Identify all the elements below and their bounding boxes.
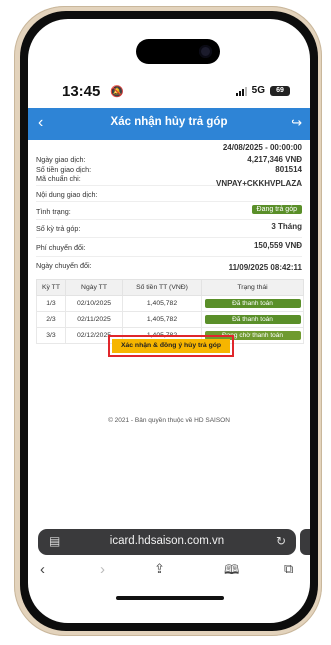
tabs-icon[interactable]: ⧉	[284, 561, 293, 577]
table-row: 2/3 02/11/2025 1,405,782 Đã thanh toán	[36, 311, 304, 328]
status-time: 13:45	[62, 83, 101, 100]
detail-row-date: Ngày giao dịch: 4,217,346 VNĐ	[36, 155, 302, 165]
detail-row-status: Tình trạng: Đang trả góp	[36, 205, 302, 217]
silent-bell-icon: 🔕	[110, 86, 124, 98]
detail-value: 4,217,346 VNĐ	[247, 155, 302, 164]
status-cell: Đã thanh toán	[201, 311, 304, 328]
status-cell: Đã thanh toán	[201, 295, 304, 312]
network-label: 5G	[251, 85, 265, 96]
detail-label: Tình trạng:	[36, 207, 71, 216]
app-header: ‹ Xác nhận hủy trả góp ↪	[28, 108, 310, 140]
forward-arrow-icon[interactable]: ›	[100, 561, 105, 578]
confirm-highlight: Xác nhận & đồng ý hủy trả góp	[108, 335, 234, 357]
detail-value: 801514	[275, 165, 302, 174]
back-arrow-icon[interactable]: ‹	[40, 561, 45, 578]
amount-cell: 1,405,782	[122, 295, 202, 312]
detail-value: 3 Tháng	[271, 222, 302, 231]
divider	[36, 256, 302, 257]
amount-cell: 1,405,782	[122, 311, 202, 328]
status-badge: Đã thanh toán	[204, 299, 301, 308]
transaction-timestamp: 24/08/2025 - 00:00:00	[222, 143, 302, 152]
status-indicators: 5G 69	[235, 85, 290, 96]
detail-label: Ngày giao dịch:	[36, 155, 86, 164]
detail-label: Số tiền giao dịch:	[36, 165, 92, 174]
timestamp-row: 24/08/2025 - 00:00:00	[36, 143, 302, 153]
detail-row-terms: Số kỳ trả góp: 3 Tháng	[36, 222, 302, 234]
detail-label: Ngày chuyển đổi:	[36, 261, 92, 270]
signal-icon	[235, 86, 247, 96]
period-cell: 2/3	[36, 311, 66, 328]
divider	[36, 237, 302, 238]
table-row: 1/3 02/10/2025 1,405,782 Đã thanh toán	[36, 295, 304, 312]
detail-row-content-label: Nội dung giao dịch:	[36, 190, 302, 200]
detail-row-fee: Phí chuyển đổi: 150,559 VNĐ	[36, 241, 302, 253]
date-cell: 02/11/2025	[65, 311, 123, 328]
column-header: Trạng thái	[201, 279, 304, 296]
column-header: Số tiền TT (VNĐ)	[122, 279, 202, 296]
detail-row-convert-date: Ngày chuyển đổi: 11/09/2025 08:42:11	[36, 260, 302, 272]
period-cell: 3/3	[36, 327, 66, 344]
detail-label: Phí chuyển đổi:	[36, 243, 86, 252]
logout-icon[interactable]: ↪	[291, 115, 302, 131]
date-cell: 02/10/2025	[65, 295, 123, 312]
camera-icon	[199, 45, 212, 58]
period-cell: 1/3	[36, 295, 66, 312]
battery-icon: 69	[270, 85, 290, 96]
page-title: Xác nhận hủy trả góp	[110, 116, 228, 128]
column-header: Ngày TT	[65, 279, 123, 296]
next-tab-peek[interactable]	[300, 529, 310, 555]
url-text[interactable]: icard.hdsaison.com.vn	[38, 535, 296, 547]
browser-toolbar: ‹ › ⇪ 🕮 ⧉	[28, 559, 310, 583]
phone-screen: 13:45 🔕 5G 69 ‹ Xác nhận hủy trả góp ↪ 2…	[28, 19, 310, 623]
home-indicator	[116, 596, 224, 600]
detail-label: Số kỳ trả góp:	[36, 224, 81, 233]
column-header: Kỳ TT	[36, 279, 66, 296]
address-bar[interactable]: ▤ icard.hdsaison.com.vn ↻	[38, 529, 296, 555]
detail-value: 11/09/2025 08:42:11	[228, 263, 302, 272]
status-badge: Đang trả góp	[251, 205, 302, 214]
detail-label: Nội dung giao dịch:	[36, 190, 98, 199]
table-header-row: Kỳ TT Ngày TT Số tiền TT (VNĐ) Trạng thá…	[36, 279, 304, 296]
share-icon[interactable]: ⇪	[154, 561, 165, 577]
detail-value: 150,559 VNĐ	[253, 241, 302, 250]
divider	[36, 219, 302, 220]
confirm-cancel-installment-button[interactable]: Xác nhận & đồng ý hủy trả góp	[112, 339, 230, 353]
detail-value: VNPAY+CKKHVPLAZA	[215, 179, 302, 188]
bookmarks-icon[interactable]: 🕮	[224, 561, 239, 583]
copyright-text: © 2021 - Bản quyền thuộc về HD SAISON	[108, 417, 230, 424]
divider	[36, 201, 302, 202]
reload-icon[interactable]: ↻	[276, 534, 286, 548]
status-badge: Đã thanh toán	[204, 315, 301, 324]
dynamic-island	[136, 39, 220, 64]
